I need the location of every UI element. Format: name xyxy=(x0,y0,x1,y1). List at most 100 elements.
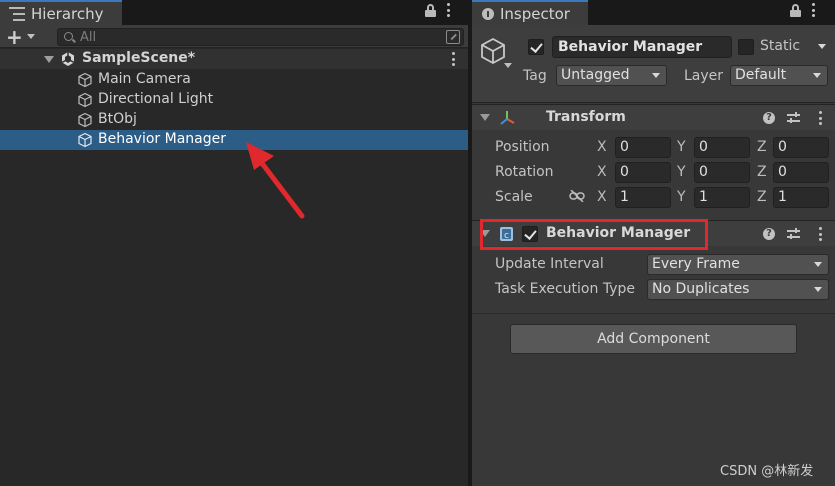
item-label: Behavior Manager xyxy=(98,131,226,147)
scale-y-field[interactable]: 1 xyxy=(694,187,750,208)
add-component-button[interactable]: Add Component xyxy=(510,324,797,354)
axis-y-label[interactable]: Y xyxy=(677,189,686,205)
axis-z-label[interactable]: Z xyxy=(757,164,767,180)
component-enabled-checkbox[interactable] xyxy=(522,226,538,242)
task-execution-value: No Duplicates xyxy=(652,281,750,297)
divider xyxy=(472,313,835,314)
rotation-y-field[interactable]: 0 xyxy=(694,162,750,183)
inspector-tabbar: Inspector xyxy=(472,0,835,25)
transform-header[interactable]: Transform ? xyxy=(472,104,835,130)
axis-x-label[interactable]: X xyxy=(597,189,607,205)
tab-inspector[interactable]: Inspector xyxy=(472,0,588,25)
position-x-field[interactable]: 0 xyxy=(615,137,671,158)
item-label: Directional Light xyxy=(98,91,214,107)
hierarchy-tab-controls xyxy=(425,3,450,17)
constrain-proportions-icon[interactable] xyxy=(569,190,585,202)
rotation-label: Rotation xyxy=(495,164,554,180)
position-y-field[interactable]: 0 xyxy=(694,137,750,158)
object-name-field[interactable] xyxy=(552,36,732,58)
static-label: Static xyxy=(760,38,801,54)
preset-sliders-icon[interactable] xyxy=(787,112,800,124)
help-icon[interactable]: ? xyxy=(763,112,775,124)
hierarchy-panel: Hierarchy + SampleScene* xyxy=(0,0,468,486)
gameobject-icon[interactable] xyxy=(479,37,507,65)
component-kebab-icon[interactable] xyxy=(818,227,822,241)
task-execution-label: Task Execution Type xyxy=(495,281,635,297)
red-arrow-annotation xyxy=(246,142,305,219)
list-item[interactable]: BtObj xyxy=(0,110,468,130)
create-button[interactable]: + xyxy=(6,24,42,49)
chevron-down-icon[interactable] xyxy=(504,63,512,68)
update-interval-label: Update Interval xyxy=(495,256,604,272)
inspector-panel: Inspector Static Tag Untagged Layer Defa… xyxy=(472,0,835,486)
active-checkbox[interactable] xyxy=(528,39,544,55)
plus-icon: + xyxy=(6,24,23,49)
position-label: Position xyxy=(495,139,550,155)
task-execution-dropdown[interactable]: No Duplicates xyxy=(647,279,829,300)
fold-arrow-icon[interactable] xyxy=(480,230,490,237)
layer-dropdown[interactable]: Default xyxy=(730,65,828,86)
layer-value: Default xyxy=(735,67,787,83)
svg-text:c: c xyxy=(504,231,509,241)
fold-arrow-icon[interactable] xyxy=(480,114,490,121)
hierarchy-tabbar: Hierarchy xyxy=(0,0,468,25)
behavior-manager-title: Behavior Manager xyxy=(546,225,691,241)
preset-sliders-icon[interactable] xyxy=(787,228,800,240)
chevron-down-icon xyxy=(652,73,660,78)
lock-icon[interactable] xyxy=(790,3,801,17)
axis-x-label[interactable]: X xyxy=(597,139,607,155)
static-checkbox[interactable] xyxy=(738,39,754,55)
lock-icon[interactable] xyxy=(425,3,436,17)
scene-kebab-icon[interactable] xyxy=(451,52,455,66)
rotation-x-field[interactable]: 0 xyxy=(615,162,671,183)
static-caret-icon[interactable] xyxy=(818,44,826,49)
info-icon xyxy=(482,7,494,20)
hierarchy-tab-label: Hierarchy xyxy=(31,4,104,23)
behavior-manager-header[interactable]: c Behavior Manager ? xyxy=(472,220,835,246)
search-input[interactable] xyxy=(80,29,440,45)
axis-x-label[interactable]: X xyxy=(597,164,607,180)
tag-value: Untagged xyxy=(561,67,630,83)
update-interval-value: Every Frame xyxy=(652,256,740,272)
chevron-down-icon xyxy=(26,34,35,39)
component-kebab-icon[interactable] xyxy=(818,111,822,125)
fold-arrow-icon[interactable] xyxy=(44,56,54,63)
axis-y-label[interactable]: Y xyxy=(677,139,686,155)
position-z-field[interactable]: 0 xyxy=(773,137,829,158)
scale-z-field[interactable]: 1 xyxy=(773,187,829,208)
scale-x-field[interactable]: 1 xyxy=(615,187,671,208)
item-label: Main Camera xyxy=(98,71,191,87)
hierarchy-icon xyxy=(9,6,25,21)
axis-z-label[interactable]: Z xyxy=(757,139,767,155)
gameobject-cube-icon xyxy=(78,92,92,108)
hierarchy-tree: SampleScene* Main Camera Directional Lig… xyxy=(0,49,468,486)
tab-hierarchy[interactable]: Hierarchy xyxy=(0,0,122,25)
tag-dropdown[interactable]: Untagged xyxy=(556,65,667,86)
scene-row[interactable]: SampleScene* xyxy=(0,49,468,69)
gameobject-cube-icon xyxy=(78,132,92,148)
list-item[interactable]: Directional Light xyxy=(0,90,468,110)
search-type-icon[interactable] xyxy=(446,30,460,44)
help-icon[interactable]: ? xyxy=(763,228,775,240)
rotation-z-field[interactable]: 0 xyxy=(773,162,829,183)
axis-z-label[interactable]: Z xyxy=(757,189,767,205)
hierarchy-search[interactable] xyxy=(57,28,464,46)
list-item-selected[interactable]: Behavior Manager xyxy=(0,130,468,150)
list-item[interactable]: Main Camera xyxy=(0,70,468,90)
transform-axes-icon xyxy=(500,111,515,125)
hierarchy-toolbar: + xyxy=(0,25,468,48)
axis-y-label[interactable]: Y xyxy=(677,164,686,180)
inspector-tab-controls xyxy=(790,3,815,17)
update-interval-dropdown[interactable]: Every Frame xyxy=(647,254,829,275)
scene-name: SampleScene* xyxy=(82,50,196,66)
layer-label: Layer xyxy=(684,68,724,84)
watermark: CSDN @林新发 xyxy=(720,464,814,479)
chevron-down-icon xyxy=(813,73,821,78)
script-icon: c xyxy=(500,227,513,241)
kebab-menu-icon[interactable] xyxy=(811,3,815,17)
gameobject-cube-icon xyxy=(78,112,92,128)
kebab-menu-icon[interactable] xyxy=(446,3,450,17)
item-label: BtObj xyxy=(98,111,137,127)
chevron-down-icon xyxy=(814,262,822,267)
chevron-down-icon xyxy=(814,287,822,292)
